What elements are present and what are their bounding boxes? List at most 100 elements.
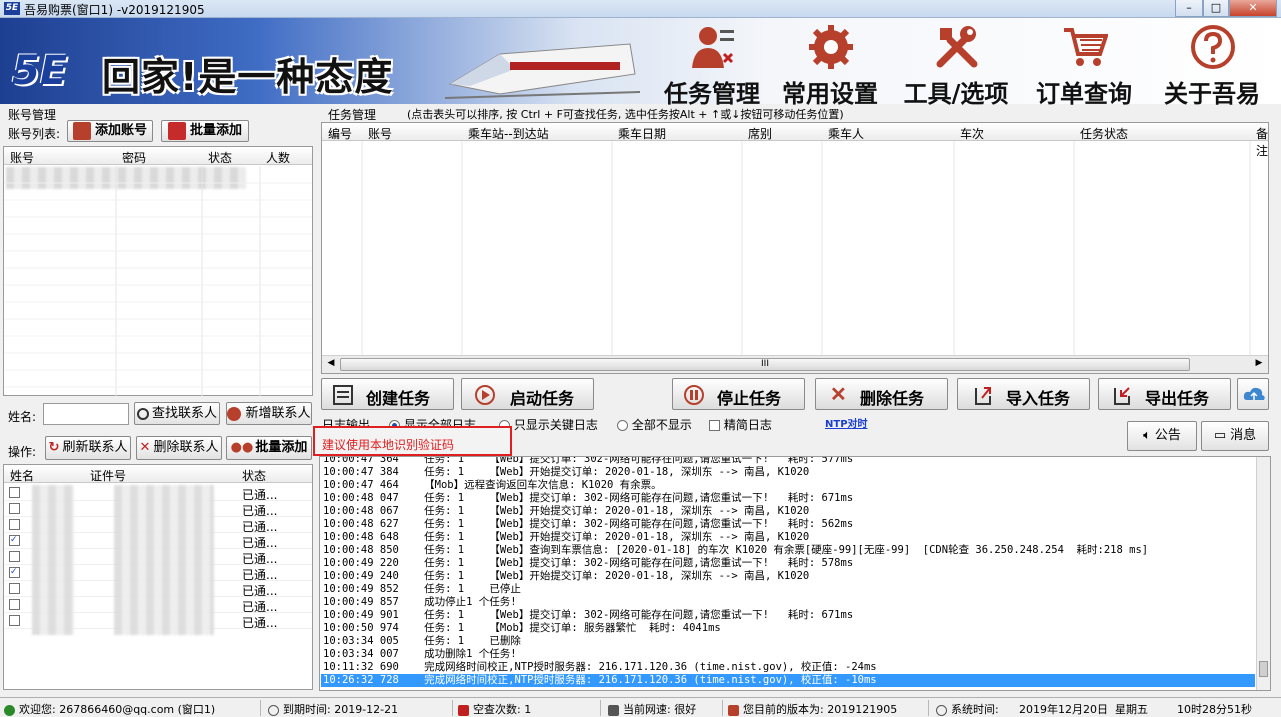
chat-icon: ▭: [1213, 428, 1227, 443]
col-id-number[interactable]: 证件号: [90, 467, 126, 484]
scroll-right-icon[interactable]: ▶: [1252, 358, 1266, 371]
log-line[interactable]: 10:00:49 220 任务: 1 【Web】提交订单: 302-网络可能存在…: [323, 557, 853, 570]
log-line[interactable]: 10:00:49 857 成功停止1 个任务!: [323, 596, 517, 609]
refresh-contacts-label: 刷新联系人: [62, 440, 128, 455]
col-account[interactable]: 账号: [10, 149, 34, 166]
export-task-button[interactable]: 导出任务: [1098, 378, 1231, 410]
col-date[interactable]: 乘车日期: [618, 125, 666, 142]
create-task-icon: [333, 385, 353, 405]
log-line[interactable]: 10:11:32 690 完成网络时间校正,NTP授时服务器: 216.171.…: [323, 661, 877, 674]
col-task-status[interactable]: 任务状态: [1080, 125, 1128, 142]
col-count[interactable]: 人数: [266, 149, 290, 166]
scroll-thumb[interactable]: III: [340, 358, 1190, 371]
log-output[interactable]: 10:00:47 364 任务: 1 【Web】提交订单: 302-网络可能存在…: [319, 456, 1271, 691]
col-name[interactable]: 姓名: [10, 467, 34, 484]
accounts-group-title: 账号管理: [8, 108, 57, 122]
cloud-button[interactable]: [1237, 378, 1269, 410]
announcement-button[interactable]: 🔈︎ 公告: [1127, 421, 1197, 451]
col-passenger[interactable]: 乘车人: [828, 125, 864, 142]
start-task-button[interactable]: 启动任务: [461, 378, 594, 410]
log-line[interactable]: 10:00:47 364 任务: 1 【Web】提交订单: 302-网络可能存在…: [323, 457, 853, 466]
name-input[interactable]: [43, 403, 129, 425]
log-line[interactable]: 10:00:49 901 任务: 1 【Web】提交订单: 302-网络可能存在…: [323, 609, 853, 622]
log-scroll-thumb[interactable]: [1259, 661, 1268, 677]
accounts-table[interactable]: 账号 密码 状态 人数: [3, 146, 313, 396]
ntp-sync-link[interactable]: NTP对时: [825, 415, 868, 430]
col-task-number[interactable]: 编号: [328, 125, 352, 142]
log-line[interactable]: 10:00:48 627 任务: 1 【Web】提交订单: 302-网络可能存在…: [323, 518, 853, 531]
add-account-button[interactable]: 添加账号: [67, 120, 153, 142]
export-task-label: 导出任务: [1145, 389, 1210, 408]
maximize-button[interactable]: □: [1203, 0, 1229, 17]
log-opt-none[interactable]: 全部不显示: [617, 416, 692, 433]
contacts-table[interactable]: 姓名 证件号 状态 已通... 已通... 已通... ✓ 已通... 已通... ✓ 已通.…: [3, 464, 313, 690]
add-account-label: 添加账号: [94, 123, 147, 138]
log-opt-brief[interactable]: 精简日志: [709, 416, 772, 433]
log-line[interactable]: 10:00:48 047 任务: 1 【Web】提交订单: 302-网络可能存在…: [323, 492, 853, 505]
batch-add-contact-button[interactable]: ●● 批量添加: [226, 436, 312, 460]
log-line[interactable]: 10:00:49 240 任务: 1 【Web】开始提交订单: 2020-01-…: [323, 570, 809, 583]
col-contact-status[interactable]: 状态: [242, 467, 266, 484]
contact-checkbox[interactable]: [9, 599, 20, 610]
radio-none[interactable]: [617, 420, 628, 431]
col-task-account[interactable]: 账号: [368, 125, 392, 142]
message-button[interactable]: ▭ 消息: [1201, 421, 1269, 451]
nav-order-query[interactable]: 订单查询: [1024, 18, 1144, 108]
col-password[interactable]: 密码: [122, 149, 146, 166]
contact-checkbox[interactable]: [9, 487, 20, 498]
log-line[interactable]: 10:00:49 852 任务: 1 已停止: [323, 583, 521, 596]
scroll-left-icon[interactable]: ◀: [324, 358, 338, 371]
log-line[interactable]: 10:00:48 850 任务: 1 【Web】查询到车票信息: [2020-0…: [323, 544, 1148, 557]
message-label: 消息: [1230, 428, 1257, 443]
find-contact-button[interactable]: 查找联系人: [134, 402, 220, 425]
stats-icon: [458, 704, 469, 716]
import-task-button[interactable]: 导入任务: [957, 378, 1090, 410]
contact-checkbox[interactable]: [9, 551, 20, 562]
create-task-label: 创建任务: [366, 389, 431, 408]
delete-task-button[interactable]: ✕ 删除任务: [815, 378, 948, 410]
log-line[interactable]: 10:00:47 384 任务: 1 【Web】开始提交订单: 2020-01-…: [323, 466, 809, 479]
log-line[interactable]: 10:03:34 007 成功删除1 个任务!: [323, 648, 517, 661]
close-button[interactable]: ✕: [1229, 0, 1277, 17]
log-vscrollbar[interactable]: [1256, 457, 1270, 690]
brief-log-checkbox[interactable]: [709, 420, 720, 431]
clock-icon: [268, 704, 279, 716]
col-seat[interactable]: 席别: [748, 125, 772, 142]
log-line[interactable]: 10:03:34 005 任务: 1 已删除: [323, 635, 521, 648]
name-label: 姓名:: [8, 410, 37, 424]
nav-task-management[interactable]: 任务管理: [652, 18, 772, 108]
expire-text: 到期时间: 2019-12-21: [283, 703, 399, 716]
blurred-names: [32, 485, 74, 635]
tasks-grid: [361, 141, 1251, 355]
stop-task-button[interactable]: 停止任务: [672, 378, 805, 410]
refresh-contacts-button[interactable]: ↻ 刷新联系人: [45, 436, 131, 460]
nav-tools-options[interactable]: 工具/选项: [896, 18, 1016, 108]
batch-add-account-button[interactable]: 批量添加: [161, 120, 249, 142]
col-route[interactable]: 乘车站--到达站: [468, 125, 549, 142]
log-opt-key[interactable]: 只显示关键日志: [499, 416, 598, 433]
log-line[interactable]: 10:00:48 648 任务: 1 【Web】开始提交订单: 2020-01-…: [323, 531, 809, 544]
contact-checkbox[interactable]: [9, 503, 20, 514]
create-task-button[interactable]: 创建任务: [321, 378, 454, 410]
minimize-button[interactable]: –: [1175, 0, 1203, 17]
nav-label: 关于吾易: [1164, 79, 1260, 108]
nav-about[interactable]: 关于吾易: [1152, 18, 1272, 108]
nav-common-settings[interactable]: 常用设置: [770, 18, 890, 108]
contact-checkbox[interactable]: ✓: [9, 567, 20, 578]
log-line[interactable]: 10:00:50 974 任务: 1 【Mob】提交订单: 服务器繁忙 耗时: …: [323, 622, 721, 635]
col-train[interactable]: 车次: [960, 125, 984, 142]
col-status[interactable]: 状态: [208, 149, 232, 166]
contact-checkbox[interactable]: [9, 615, 20, 626]
delete-task-label: 删除任务: [860, 389, 925, 408]
log-line[interactable]: 10:00:48 067 任务: 1 【Web】开始提交订单: 2020-01-…: [323, 505, 809, 518]
new-contact-label: 新增联系人: [245, 406, 311, 421]
log-line[interactable]: 10:26:32 728 完成网络时间校正,NTP授时服务器: 216.171.…: [321, 674, 1255, 687]
tasks-table[interactable]: 编号 账号 乘车站--到达站 乘车日期 席别 乘车人 车次 任务状态 备注 ◀ …: [321, 122, 1269, 374]
contact-checkbox[interactable]: [9, 519, 20, 530]
new-contact-button[interactable]: 新增联系人: [226, 402, 312, 425]
delete-contact-button[interactable]: ✕ 删除联系人: [136, 436, 222, 460]
tasks-hscrollbar[interactable]: ◀ III ▶: [322, 355, 1268, 373]
log-line[interactable]: 10:00:47 464 【Mob】远程查询返回车次信息: K1020 有余票。: [323, 479, 662, 492]
contact-checkbox[interactable]: [9, 583, 20, 594]
contact-checkbox[interactable]: ✓: [9, 535, 20, 546]
